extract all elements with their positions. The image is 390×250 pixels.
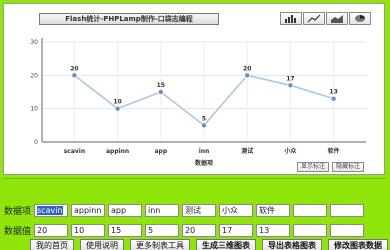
value-field[interactable]: 20 [182,224,216,237]
item-field[interactable]: inn [145,204,179,217]
data-label: 20 [243,65,251,72]
x-tick-label: appinn [106,148,129,155]
help-button[interactable]: 使用说明 [80,239,124,250]
item-field[interactable]: appinn [71,204,105,217]
y-tick-label: 20 [30,72,38,79]
item-field[interactable] [293,204,327,217]
x-axis-label: 数据项 [195,159,213,167]
data-label: 10 [113,99,121,106]
data-label: 15 [157,82,165,89]
data-point [287,82,294,89]
item-field[interactable]: 测试 [182,204,216,217]
y-tick-label: 10 [30,106,38,113]
x-tick-label: inn [199,148,210,155]
more-tools-button[interactable]: 更多制表工具 [130,239,190,250]
x-tick-label: scavin [64,148,85,155]
value-field[interactable]: 13 [256,224,290,237]
value-field[interactable]: 20 [34,224,68,237]
items-label: 数据项 [4,207,32,217]
data-point [244,72,251,79]
legend-controls: 显示标注 隐藏标注 [296,162,364,172]
item-field[interactable]: scavin [34,204,68,217]
item-field[interactable]: app [108,204,142,217]
show-labels-button[interactable]: 显示标注 [296,162,329,172]
data-point [157,89,164,96]
hide-labels-button[interactable]: 隐藏标注 [331,162,364,172]
edit-data-button[interactable]: 修改图表数据 [328,239,388,250]
data-label: 13 [329,89,337,96]
value-field[interactable]: 10 [71,224,105,237]
generate-3d-button[interactable]: 生成三维图表 [196,239,256,250]
data-label: 17 [286,75,294,82]
home-button[interactable]: 我的首页 [30,239,74,250]
value-field[interactable]: 5 [145,224,179,237]
values-label: 数据值 [4,227,32,237]
value-field[interactable]: 17 [219,224,253,237]
items-row: 数据项 scavin appinn app inn 测试 小众 软件 [4,204,367,217]
data-point [200,122,207,129]
data-label: 5 [202,115,206,122]
line-chart: 01020302010155201713scavin appinn app inn 测试… [30,38,366,167]
divider [3,178,385,184]
data-point [71,72,78,79]
values-row: 数据值 20 10 15 5 20 17 13 [4,224,367,237]
x-tick-label: 软件 [328,147,340,155]
value-field[interactable]: 15 [108,224,142,237]
x-tick-label: 测试 [241,147,253,155]
item-field[interactable]: 软件 [256,204,290,217]
y-tick-label: 0 [34,139,38,146]
action-buttons: 我的首页 使用说明 更多制表工具 生成三维图表 导出表格图表 修改图表数据 [30,239,388,250]
value-field[interactable] [293,224,327,237]
item-field[interactable]: 小众 [219,204,253,217]
data-form: 数据项 scavin appinn app inn 测试 小众 软件 数据值 2… [0,178,390,250]
chart-panel: Flash统计-PHPLamp制作-口袋志编程 0 10 20 30 20 10 15 5 20… [3,3,385,175]
export-button[interactable]: 导出表格图表 [262,239,322,250]
item-field[interactable] [330,204,364,217]
x-tick-label: app [154,148,167,155]
value-field[interactable] [330,224,364,237]
data-point [330,95,337,102]
data-point [114,105,121,112]
data-label: 20 [70,65,78,72]
x-tick-label: 小众 [283,147,297,155]
y-tick-label: 30 [30,39,38,46]
